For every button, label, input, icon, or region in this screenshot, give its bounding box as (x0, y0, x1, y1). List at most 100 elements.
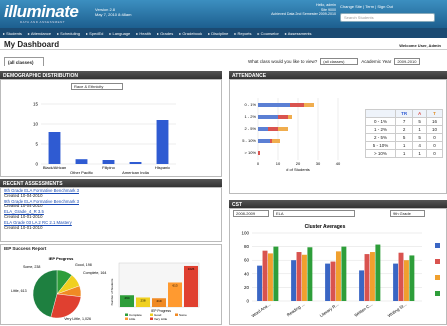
cst-category: Literary R... (319, 302, 340, 319)
iep-legend-swatch (125, 313, 128, 316)
iep-panel: IEP Success Report IEP Progress Some, 238… (0, 244, 222, 325)
iep-bar-ylabel: Number of Students (110, 278, 114, 305)
att-bar (278, 127, 288, 131)
recent-panel: 9th Grade ELA Formative Benchmark 3 Creat… (0, 187, 222, 242)
cst-bar (359, 270, 365, 301)
table-cell: 5 (412, 117, 427, 126)
iep-bar-value: 613 (172, 283, 177, 287)
class-select[interactable]: (all classes) (320, 58, 359, 65)
att-category: > 10% (245, 150, 257, 155)
cst-chart-title: Cluster Averages (305, 224, 346, 230)
nav-item-assessments[interactable]: ▸ Assessments (285, 31, 312, 36)
cst-bar (291, 260, 297, 301)
demo-ytick: 0 (35, 162, 38, 167)
table-row: 0 - 1% 7 5 16 (365, 117, 444, 126)
nav-item-attendance[interactable]: ▸ Attendance (28, 31, 51, 36)
cst-bar (273, 246, 279, 301)
demographic-chart: 15 10 5 0 Black/African Other Pacific Filipino… (33, 102, 176, 175)
att-bar (272, 139, 280, 143)
iep-pie-label: Some, 238 (23, 265, 40, 269)
att-table-header: TR (394, 109, 414, 118)
iep-legend-label: Very Little (154, 317, 168, 321)
att-xtick: 0 (257, 161, 260, 166)
table-cell: 0 (425, 133, 444, 142)
demographic-select[interactable]: Race & Ethnicity (71, 83, 123, 90)
nav-item-students[interactable]: ▸ Students (3, 31, 22, 36)
att-bar (258, 115, 278, 119)
table-row: 5 - 10% 1 4 0 (365, 141, 444, 150)
term-label: Achieved Data 2nd Semester 2009-2010 (271, 12, 336, 17)
iep-bar (184, 265, 198, 307)
nav-item-scheduling[interactable]: ▸ Scheduling (57, 31, 80, 36)
cst-bar (262, 250, 268, 301)
nav-item-reports[interactable]: ▸ Reports (234, 31, 251, 36)
demo-category: American India (122, 170, 149, 175)
cst-grade-select[interactable]: 9th Grade (390, 210, 425, 217)
cst-bar (301, 254, 307, 301)
iep-pie-label: Complete, 164 (83, 271, 106, 275)
nav-item-grades[interactable]: ▸ Grades (157, 31, 173, 36)
title-bar (0, 40, 447, 50)
cst-bar (409, 255, 415, 301)
iep-legend-swatch (125, 317, 128, 320)
att-xtick: 10 (276, 161, 281, 166)
assessment-date: Created 10-01-2010 (4, 224, 43, 230)
nav-item-counselor[interactable]: ▸ Counselor (258, 31, 279, 36)
iep-legend-swatch (150, 317, 153, 320)
tab-all-classes[interactable]: (all classes) (4, 57, 44, 66)
table-cell: 0 (425, 149, 444, 158)
table-cell: 0 - 1% (365, 117, 396, 126)
demo-bar (156, 120, 169, 164)
table-cell: 1 (412, 149, 427, 158)
cst-ytick: 80 (244, 244, 250, 249)
table-row: 1 - 2% 2 1 10 (365, 125, 444, 134)
demo-category: Black/African (43, 165, 66, 170)
att-xlabel: # of Students (286, 167, 310, 172)
table-cell: > 10% (365, 149, 396, 158)
iep-legend-swatch (175, 313, 178, 316)
year-select[interactable]: 2009-2010 (394, 58, 421, 65)
att-bar (258, 127, 268, 131)
nav-item-speded[interactable]: ▸ SpedEd (86, 31, 103, 36)
nav-item-health[interactable]: ▸ Health (136, 31, 151, 36)
iep-bar-value: 1026 (188, 267, 195, 271)
cst-year-select[interactable]: 2008-2009 (233, 210, 269, 217)
att-bar (290, 103, 304, 107)
demo-bar (129, 162, 142, 164)
att-xtick: 20 (296, 161, 301, 166)
table-cell: 1 (394, 149, 414, 158)
account-links[interactable]: Change Site | Term | Sign Out (340, 4, 393, 9)
nav-item-language[interactable]: ▸ Language (109, 31, 130, 36)
att-category: 5 - 10% (242, 138, 256, 143)
table-cell: 1 (394, 141, 414, 150)
cst-legend-swatch (435, 291, 440, 296)
demographic-header: DEMOGRAPHIC DISTRIBUTION (0, 71, 222, 79)
table-row: 2 - 5% 5 5 0 (365, 133, 444, 142)
table-cell: 5 (412, 133, 427, 142)
demo-category: Filipino (102, 165, 115, 170)
iep-bar-value: 219 (156, 299, 161, 303)
cst-bar (398, 252, 404, 301)
cst-ytick: 0 (246, 299, 249, 304)
version-info: Version 2.8 May 7, 2010 8:48am (95, 7, 131, 17)
att-bar (258, 139, 270, 143)
cst-bar (267, 253, 273, 301)
demographic-panel: Race & Ethnicity 15 10 5 0 Black/African Othe… (0, 79, 222, 177)
table-cell: 2 (394, 125, 414, 134)
demo-ytick: 10 (33, 122, 39, 127)
nav-item-discipline[interactable]: ▸ Discipline (208, 31, 228, 36)
iep-bar-value: 238 (140, 298, 145, 302)
table-cell: 2 - 5% (365, 133, 396, 142)
search-input[interactable]: Search Students (340, 13, 435, 22)
cst-subject-select[interactable]: ELA (273, 210, 355, 217)
cst-bar (369, 252, 375, 301)
att-xtick: 30 (316, 161, 321, 166)
cst-bar (341, 246, 347, 301)
iep-bar-value: 294 (124, 296, 129, 300)
nav-item-gradebook[interactable]: ▸ Gradebook (179, 31, 202, 36)
date-label: May 7, 2010 8:48am (95, 12, 132, 17)
logo-subtitle: DATA AND ASSESSMENT (20, 20, 66, 24)
att-table-header: A (412, 109, 427, 118)
iep-pie-label: Very Little, 1,026 (64, 317, 91, 321)
logo[interactable]: illuminate (4, 2, 79, 22)
